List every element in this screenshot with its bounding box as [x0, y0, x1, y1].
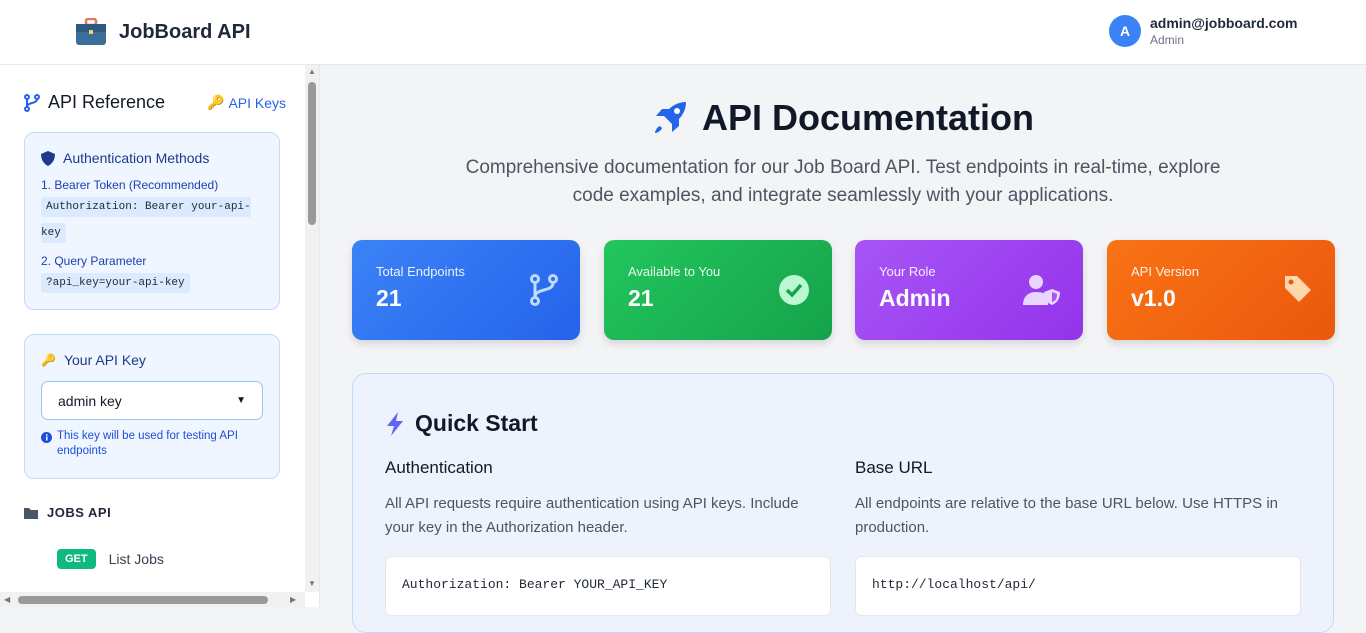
quick-start-title-text: Quick Start	[415, 410, 538, 436]
app-logo[interactable]: JobBoard API	[75, 18, 251, 46]
stat-card-version: API Version v1.0	[1107, 240, 1335, 340]
quick-start-title: Quick Start	[385, 410, 538, 437]
app-title: JobBoard API	[119, 20, 251, 43]
base-url-code-block[interactable]: http://localhost/api/	[855, 556, 1301, 616]
key-icon: 🔑	[41, 353, 56, 367]
query-code: ?api_key=your-api-key	[41, 273, 190, 293]
api-keys-label: API Keys	[228, 94, 287, 111]
stat-card-role: Your Role Admin	[855, 240, 1083, 340]
auth-code-block[interactable]: Authorization: Bearer YOUR_API_KEY	[385, 556, 831, 616]
bolt-icon	[387, 411, 403, 436]
base-url-heading: Base URL	[855, 458, 933, 477]
stat-card-available: Available to You 21	[604, 240, 832, 340]
code-branch-icon	[530, 274, 558, 306]
page-title: API Documentation	[320, 97, 1366, 139]
user-role: Admin	[1150, 33, 1185, 47]
rocket-icon	[654, 102, 686, 133]
stat-label: Total Endpoints	[376, 264, 465, 279]
auth-method-bearer: 1. Bearer Token (Recommended)	[41, 178, 219, 192]
base-url-text: All endpoints are relative to the base U…	[855, 495, 1278, 536]
avatar: A	[1109, 15, 1141, 47]
main-content: API Documentation Comprehensive document…	[320, 65, 1366, 633]
folder-icon	[24, 507, 38, 519]
user-menu[interactable]: A admin@jobboard.com Admin	[1109, 15, 1297, 47]
sidebar-title: API Reference	[24, 92, 165, 113]
scroll-thumb[interactable]	[18, 596, 268, 604]
api-key-box: 🔑 Your API Key admin key ▼ This key will b…	[24, 334, 280, 479]
user-shield-icon	[1023, 275, 1060, 305]
section-title: JOBS API	[47, 505, 112, 520]
api-key-selected: admin key	[58, 392, 122, 409]
stat-value: 21	[376, 285, 402, 311]
endpoint-label: List Jobs	[108, 551, 164, 567]
chevron-down-icon: ▼	[236, 395, 246, 406]
shield-icon	[41, 150, 55, 166]
auth-heading: Authentication	[385, 458, 493, 477]
stat-card-total-endpoints: Total Endpoints 21	[352, 240, 580, 340]
auth-column: Authentication All API requests require …	[385, 458, 831, 616]
auth-methods-title: Authentication Methods	[63, 150, 210, 166]
api-keys-link[interactable]: 🔑 API Keys	[207, 94, 286, 111]
quick-start-panel: Quick Start Authentication All API reque…	[352, 373, 1334, 633]
key-icon: 🔑	[207, 94, 225, 110]
sidebar: API Reference 🔑 API Keys Authentication M…	[0, 65, 320, 607]
endpoint-list-jobs[interactable]: GET List Jobs	[57, 549, 164, 569]
api-key-select[interactable]: admin key ▼	[41, 381, 263, 420]
briefcase-icon	[76, 18, 106, 45]
auth-text: All API requests require authentication …	[385, 495, 799, 536]
info-icon	[41, 432, 52, 443]
code-branch-icon	[24, 93, 40, 112]
subtitle-text: Comprehensive documentation for our Job …	[465, 157, 1221, 206]
auth-methods-box: Authentication Methods 1. Bearer Token (…	[24, 132, 280, 310]
method-badge: GET	[57, 549, 96, 569]
api-key-hint: This key will be used for testing API en…	[57, 430, 238, 457]
scroll-thumb[interactable]	[308, 82, 316, 225]
api-key-title: Your API Key	[63, 352, 146, 368]
auth-method-query: 2. Query Parameter	[41, 254, 147, 268]
top-header: JobBoard API A admin@jobboard.com Admin	[0, 0, 1366, 65]
bearer-code: Authorization: Bearer your-api-key	[41, 197, 251, 243]
page-subtitle: Comprehensive documentation for our Job …	[320, 154, 1366, 210]
sidebar-vertical-scrollbar[interactable]: ▲ ▼	[305, 65, 319, 592]
tag-icon	[1285, 276, 1311, 302]
sidebar-horizontal-scrollbar[interactable]: ◀ ▶	[0, 592, 305, 607]
base-url-column: Base URL All endpoints are relative to t…	[855, 458, 1301, 616]
user-email: admin@jobboard.com	[1150, 15, 1298, 31]
check-circle-icon	[779, 275, 809, 305]
page-title-text: API Documentation	[701, 97, 1034, 138]
section-jobs-api[interactable]: JOBS API	[24, 505, 111, 520]
sidebar-title-text: API Reference	[48, 92, 166, 112]
